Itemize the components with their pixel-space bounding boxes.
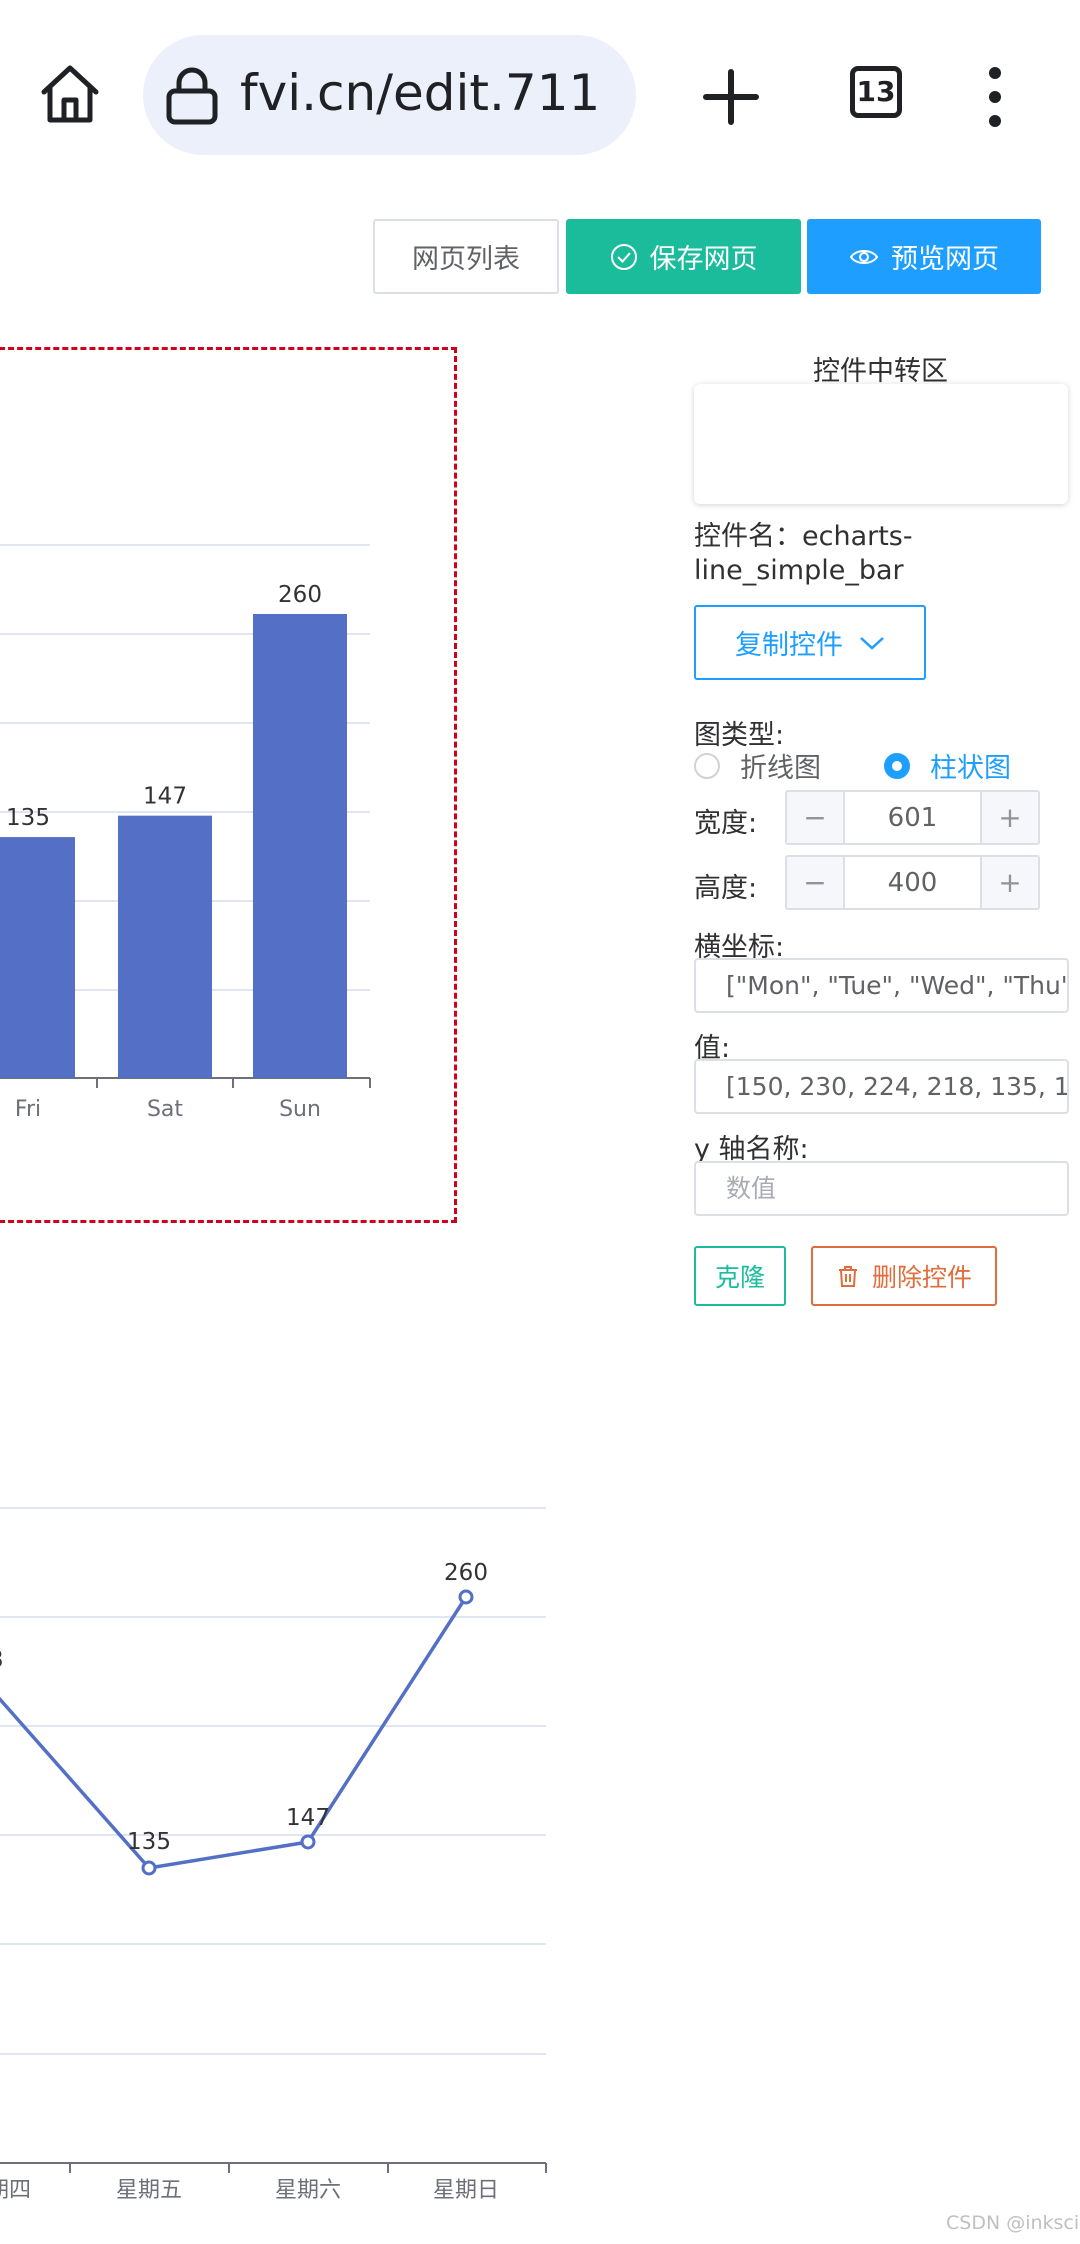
delete-control-button[interactable]: 删除控件 bbox=[811, 1246, 997, 1306]
radio-bar-chart[interactable]: 柱状图 bbox=[884, 746, 1011, 785]
x-tick-label: 星期五 bbox=[116, 2178, 182, 2203]
data-point bbox=[458, 1589, 474, 1605]
more-menu-icon[interactable] bbox=[980, 65, 1010, 130]
series-line bbox=[0, 1596, 468, 1870]
trash-icon bbox=[838, 1266, 857, 1287]
tab-switcher-button[interactable]: 13 bbox=[850, 66, 902, 118]
xaxis-input[interactable]: ["Mon", "Tue", "Wed", "Thu", "Fri", "Sat… bbox=[694, 958, 1069, 1013]
x-tick-label: 星期六 bbox=[275, 2178, 341, 2203]
point-value-label: 135 bbox=[127, 1829, 171, 1855]
control-name-line2: line_simple_bar bbox=[694, 555, 904, 586]
radio-line-chart[interactable]: 折线图 bbox=[694, 746, 821, 785]
watermark: CSDN @inksci bbox=[946, 2212, 1080, 2234]
preview-page-button[interactable]: 预览网页 bbox=[807, 219, 1041, 294]
point-value-label: 260 bbox=[444, 1560, 488, 1586]
values-input[interactable]: [150, 230, 224, 218, 135, 147, 260] bbox=[694, 1059, 1069, 1114]
point-value-label: 8 bbox=[0, 1647, 3, 1673]
save-page-label: 保存网页 bbox=[649, 244, 758, 275]
clone-label: 克隆 bbox=[714, 1263, 765, 1292]
height-stepper[interactable]: − 400 + bbox=[785, 855, 1040, 910]
copy-control-button[interactable]: 复制控件 bbox=[694, 605, 926, 680]
width-stepper[interactable]: − 601 + bbox=[785, 790, 1040, 845]
width-decrease-button[interactable]: − bbox=[787, 792, 845, 843]
copy-control-label: 复制控件 bbox=[735, 630, 843, 661]
height-value[interactable]: 400 bbox=[845, 857, 980, 908]
yaxis-name-input[interactable]: 数值 bbox=[694, 1161, 1069, 1216]
data-point bbox=[300, 1834, 316, 1850]
transfer-area-title: 控件中转区 bbox=[813, 356, 948, 387]
point-value-label: 147 bbox=[286, 1805, 330, 1831]
line-chart: 8 135 147 260 星期四 星期五 星期六 星期日 bbox=[0, 1507, 547, 2203]
new-tab-icon[interactable] bbox=[700, 66, 762, 128]
radio-bar-label: 柱状图 bbox=[930, 753, 1011, 784]
data-point bbox=[141, 1860, 157, 1876]
delete-control-label: 删除控件 bbox=[871, 1263, 972, 1292]
transfer-area-box[interactable] bbox=[694, 384, 1068, 504]
height-decrease-button[interactable]: − bbox=[787, 857, 845, 908]
height-increase-button[interactable]: + bbox=[980, 857, 1038, 908]
control-name: 控件名：echarts- line_simple_bar bbox=[694, 520, 1074, 588]
width-increase-button[interactable]: + bbox=[980, 792, 1038, 843]
width-value[interactable]: 601 bbox=[845, 792, 980, 843]
check-circle-icon bbox=[610, 243, 637, 270]
radio-line-label: 折线图 bbox=[740, 753, 821, 784]
height-label: 高度: bbox=[694, 873, 758, 904]
radio-circle bbox=[694, 752, 720, 779]
clone-button[interactable]: 克隆 bbox=[694, 1246, 786, 1306]
control-name-line1: 控件名：echarts- bbox=[694, 521, 913, 552]
preview-page-label: 预览网页 bbox=[891, 244, 999, 275]
x-tick-label: 星期四 bbox=[0, 2178, 31, 2203]
radio-circle-selected bbox=[884, 752, 910, 779]
x-tick-label: 星期日 bbox=[433, 2178, 499, 2203]
eye-icon bbox=[849, 249, 879, 264]
chevron-down-icon bbox=[860, 636, 884, 650]
width-label: 宽度: bbox=[694, 808, 758, 839]
save-page-button[interactable]: 保存网页 bbox=[566, 219, 801, 294]
